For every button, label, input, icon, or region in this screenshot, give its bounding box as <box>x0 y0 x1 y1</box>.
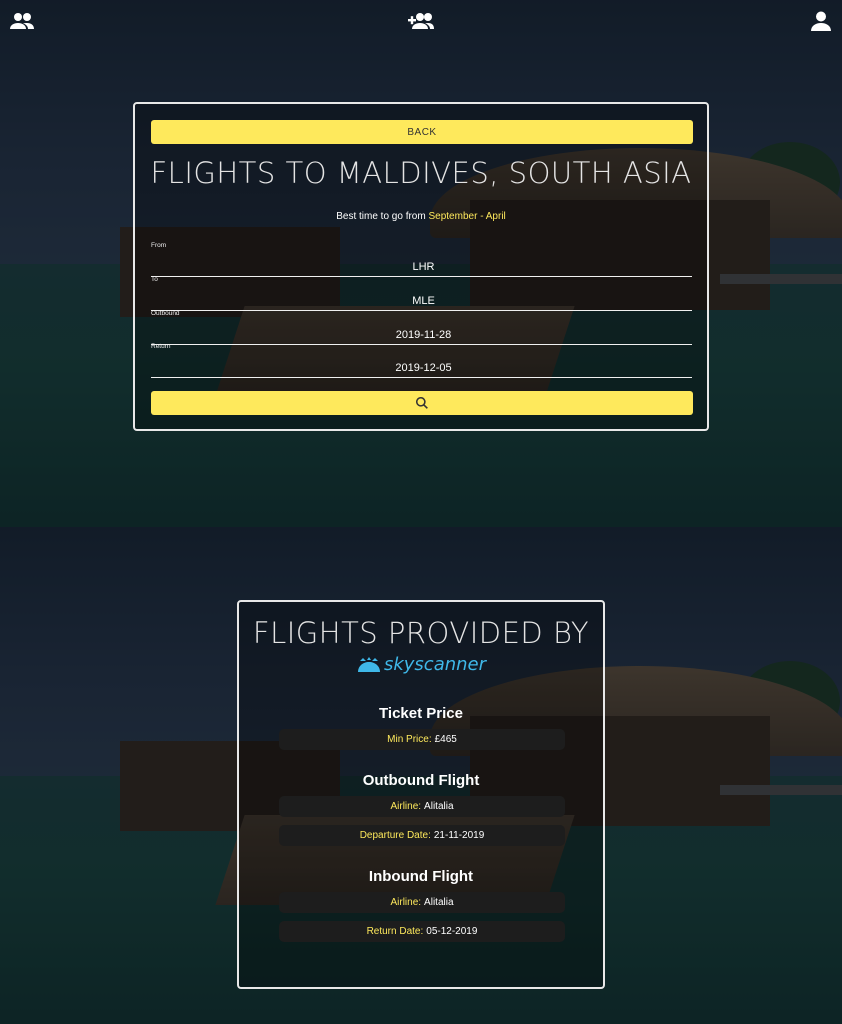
best-time-prefix: Best time to go from <box>336 211 426 222</box>
best-time-text: Best time to go from September - April <box>135 211 707 222</box>
min-price-value: £465 <box>434 734 457 745</box>
add-group-icon[interactable] <box>408 10 434 32</box>
outbound-flight-heading: Outbound Flight <box>362 772 480 789</box>
to-field: To <box>151 276 696 311</box>
return-label: Return <box>151 343 171 350</box>
flight-results-panel: FLIGHTS PROVIDED BY skyscanner Ticket Pr… <box>237 600 605 989</box>
user-icon[interactable] <box>808 10 834 32</box>
best-time-end: April <box>485 211 506 222</box>
ticket-price-heading: Ticket Price <box>379 705 463 722</box>
back-button[interactable]: BACK <box>151 120 693 144</box>
inbound-airline-value: Alitalia <box>424 897 454 908</box>
outbound-airline-value: Alitalia <box>424 801 454 812</box>
outbound-date-input[interactable] <box>151 328 696 342</box>
outbound-airline-label: Airline: <box>390 801 422 812</box>
inbound-flight-heading: Inbound Flight <box>368 868 474 885</box>
search-button[interactable] <box>151 391 693 415</box>
departure-date-row: Departure Date: 21-11-2019 <box>279 825 565 846</box>
min-price-label: Min Price: <box>387 734 432 745</box>
from-input[interactable] <box>151 260 696 274</box>
return-field: Return <box>151 343 696 378</box>
page-title: FLIGHTS TO MALDIVES, SOUTH ASIA <box>150 156 692 190</box>
results-title: FLIGHTS PROVIDED BY <box>252 616 590 650</box>
skyscanner-logo: skyscanner <box>239 654 603 675</box>
provider-name: skyscanner <box>383 654 487 675</box>
outbound-airline-row: Airline: Alitalia <box>279 796 565 817</box>
departure-date-value: 21-11-2019 <box>433 830 485 841</box>
return-date-input[interactable] <box>151 361 696 375</box>
return-date-row: Return Date: 05-12-2019 <box>279 921 565 942</box>
return-date-label: Return Date: <box>366 926 424 937</box>
search-icon <box>416 397 428 409</box>
flight-search-panel: BACK FLIGHTS TO MALDIVES, SOUTH ASIA Bes… <box>133 102 709 431</box>
inbound-airline-label: Airline: <box>390 897 422 908</box>
group-icon[interactable] <box>9 10 35 32</box>
best-time-separator: - <box>480 211 484 222</box>
skyscanner-cloud-icon <box>357 656 380 672</box>
min-price-row: Min Price: £465 <box>279 729 565 750</box>
departure-date-label: Departure Date: <box>359 830 431 841</box>
outbound-field: Outbound <box>151 310 696 345</box>
return-date-value: 05-12-2019 <box>426 926 478 937</box>
to-label: To <box>151 276 158 283</box>
inbound-airline-row: Airline: Alitalia <box>279 892 565 913</box>
from-field: From <box>151 242 696 277</box>
best-time-start: September <box>428 211 478 222</box>
outbound-label: Outbound <box>151 310 180 317</box>
to-input[interactable] <box>151 294 696 308</box>
from-label: From <box>151 242 167 249</box>
